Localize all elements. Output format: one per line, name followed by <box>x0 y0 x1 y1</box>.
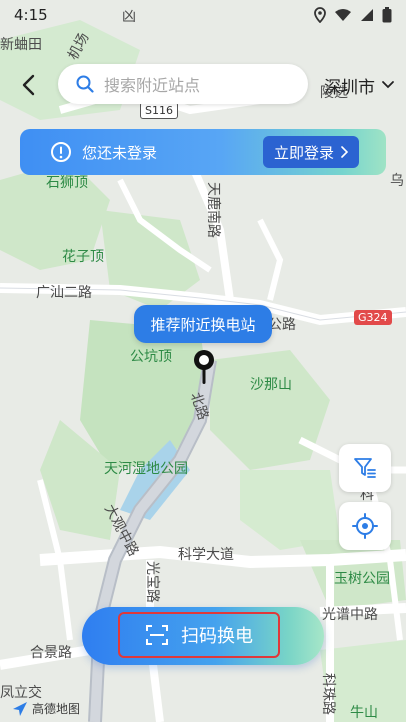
map-label-road: 合景路 <box>30 645 72 661</box>
battery-icon <box>382 7 392 23</box>
filter-button[interactable] <box>339 444 391 492</box>
map-label-road: 天鹿南路 <box>205 182 221 238</box>
map-label-road: 光宝路 <box>144 561 160 603</box>
highway-shield: G324 <box>354 310 392 325</box>
map-label-poi: 沙那山 <box>250 377 292 393</box>
map-label-road: 光谱中路 <box>322 607 378 623</box>
map-provider-name: 高德地图 <box>32 702 81 716</box>
map-label-poi: 玉树公园 <box>334 571 390 587</box>
map-label-poi: 牛山 <box>350 705 378 721</box>
navigation-arrow-icon <box>13 701 27 716</box>
map-label-road: 科学大道 <box>178 547 234 563</box>
locate-button[interactable] <box>339 502 391 550</box>
scan-button-content: 扫码换电 <box>118 612 280 658</box>
recommend-station-tooltip[interactable]: 推荐附近换电站 <box>134 305 272 343</box>
login-button[interactable]: 立即登录 <box>263 136 359 168</box>
map-label-partial: 乌 <box>390 173 404 189</box>
city-selector[interactable]: 深圳市 <box>324 72 395 98</box>
scan-icon <box>146 625 168 645</box>
status-bar: 4:15 <box>0 0 406 30</box>
map-label-road: 公路 <box>268 317 296 333</box>
login-message: 您还未登录 <box>82 143 158 162</box>
map-pin-icon[interactable] <box>192 348 216 386</box>
search-input[interactable]: 搜索附近站点 <box>58 64 308 104</box>
city-label: 深圳市 <box>324 77 375 98</box>
chevron-down-icon <box>382 81 394 89</box>
scan-button-label: 扫码换电 <box>181 626 253 647</box>
info-circle-icon <box>51 142 71 162</box>
status-time: 4:15 <box>14 6 48 24</box>
map-label-poi: 花子顶 <box>62 249 104 265</box>
status-icons <box>314 7 392 23</box>
search-placeholder: 搜索附近站点 <box>104 76 201 95</box>
login-banner: 您还未登录 立即登录 <box>20 129 386 175</box>
highway-shield: S116 <box>140 102 178 119</box>
chevron-left-icon <box>22 74 35 96</box>
search-icon <box>76 75 94 93</box>
map-label-poi: 凤立交 <box>0 685 42 701</box>
map-label-road: 科珠路 <box>320 673 336 715</box>
map-label-partial: 新蛐田 <box>0 37 42 53</box>
location-status-icon <box>314 7 326 23</box>
map-label-poi: 公坑顶 <box>130 349 172 365</box>
recommend-label: 推荐附近换电站 <box>150 315 256 334</box>
crosshair-icon <box>352 513 378 539</box>
map-provider-logo: 高德地图 <box>12 700 80 717</box>
filter-icon <box>354 458 376 478</box>
map-label-poi: 石狮顶 <box>46 175 88 191</box>
chevron-right-icon <box>341 146 348 158</box>
login-button-label: 立即登录 <box>273 143 334 162</box>
back-button[interactable] <box>14 70 42 100</box>
map-label-road: 广汕二路 <box>36 285 92 301</box>
wifi-icon <box>335 9 351 21</box>
map-label-poi: 天河湿地公园 <box>104 461 188 477</box>
signal-icon <box>361 9 373 21</box>
scan-swap-button[interactable]: 扫码换电 <box>82 607 324 665</box>
